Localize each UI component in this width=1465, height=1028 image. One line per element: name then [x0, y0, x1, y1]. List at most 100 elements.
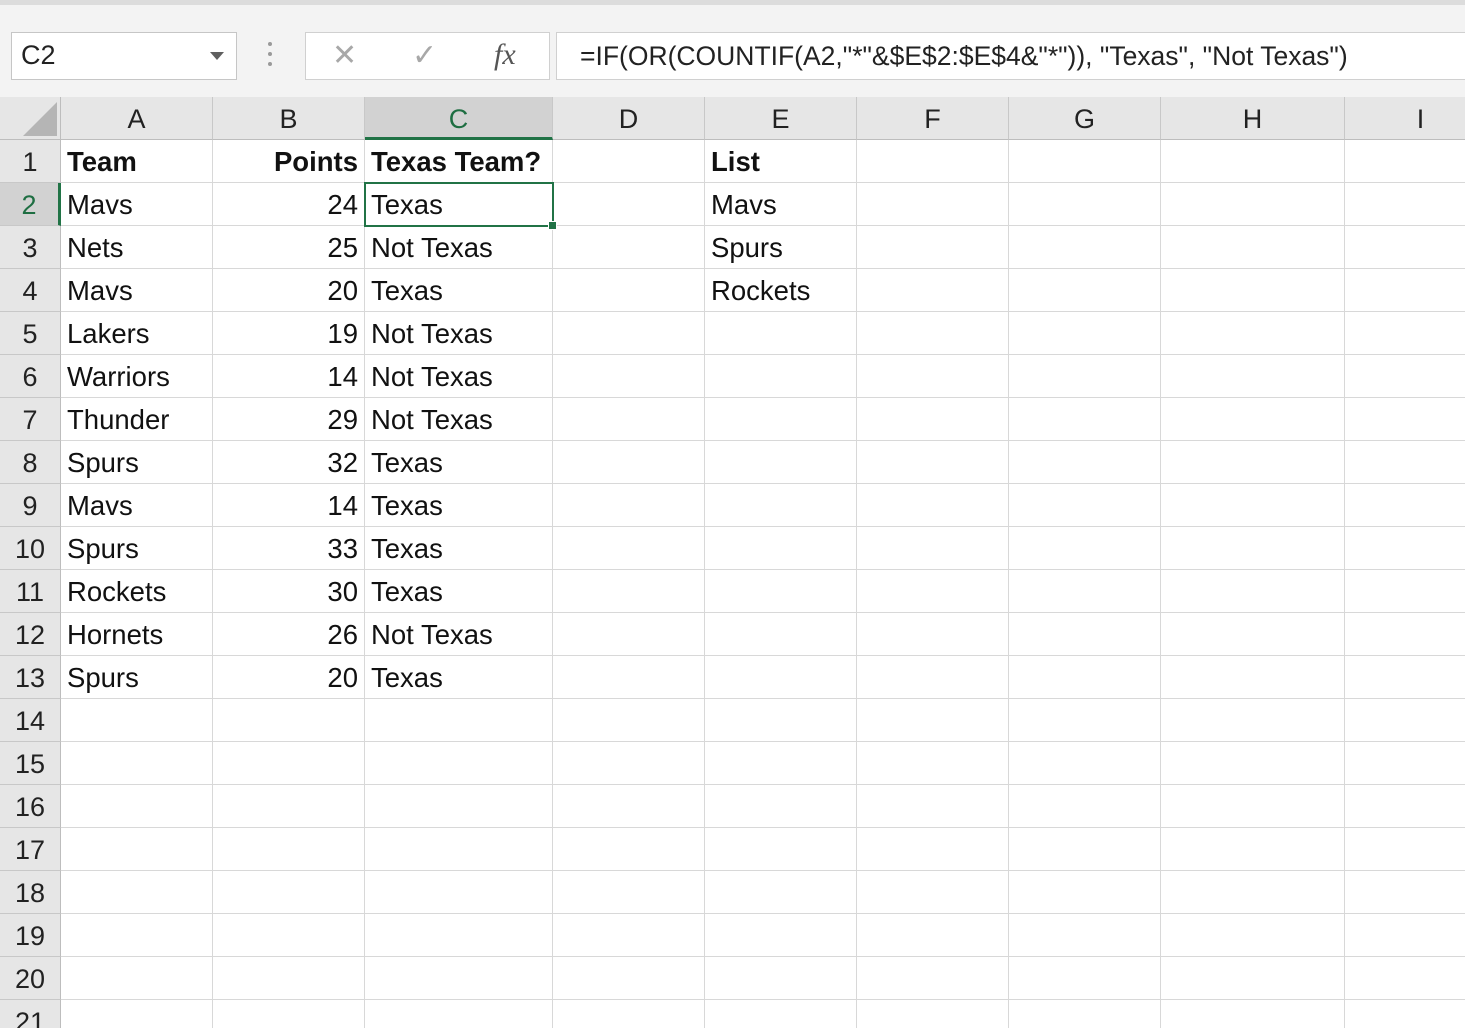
cell-c7[interactable]: Not Texas	[365, 398, 553, 441]
cell-f16[interactable]	[857, 785, 1009, 828]
cell-c9[interactable]: Texas	[365, 484, 553, 527]
cell-d14[interactable]	[553, 699, 705, 742]
cell-e19[interactable]	[705, 914, 857, 957]
cell-c2[interactable]: Texas	[365, 183, 553, 226]
cell-c14[interactable]	[365, 699, 553, 742]
cell-a17[interactable]	[61, 828, 213, 871]
cell-e8[interactable]	[705, 441, 857, 484]
cell-c13[interactable]: Texas	[365, 656, 553, 699]
cell-h15[interactable]	[1161, 742, 1345, 785]
cell-i15[interactable]	[1345, 742, 1465, 785]
cell-c21[interactable]	[365, 1000, 553, 1028]
cell-d6[interactable]	[553, 355, 705, 398]
cell-e18[interactable]	[705, 871, 857, 914]
cancel-icon[interactable]: ✕	[332, 39, 357, 73]
cell-e3[interactable]: Spurs	[705, 226, 857, 269]
cell-b8[interactable]: 32	[213, 441, 365, 484]
cell-f10[interactable]	[857, 527, 1009, 570]
cell-g15[interactable]	[1009, 742, 1161, 785]
cell-f18[interactable]	[857, 871, 1009, 914]
cell-d4[interactable]	[553, 269, 705, 312]
cell-h21[interactable]	[1161, 1000, 1345, 1028]
cell-a20[interactable]	[61, 957, 213, 1000]
cell-c16[interactable]	[365, 785, 553, 828]
row-header-7[interactable]: 7	[0, 398, 61, 441]
cell-h12[interactable]	[1161, 613, 1345, 656]
cell-d11[interactable]	[553, 570, 705, 613]
cell-f21[interactable]	[857, 1000, 1009, 1028]
cell-g6[interactable]	[1009, 355, 1161, 398]
row-header-4[interactable]: 4	[0, 269, 61, 312]
cell-a3[interactable]: Nets	[61, 226, 213, 269]
cell-c19[interactable]	[365, 914, 553, 957]
cell-i1[interactable]	[1345, 140, 1465, 183]
cell-a9[interactable]: Mavs	[61, 484, 213, 527]
cell-b9[interactable]: 14	[213, 484, 365, 527]
cell-d5[interactable]	[553, 312, 705, 355]
cell-f1[interactable]	[857, 140, 1009, 183]
cell-d16[interactable]	[553, 785, 705, 828]
cell-b3[interactable]: 25	[213, 226, 365, 269]
cell-h2[interactable]	[1161, 183, 1345, 226]
cell-i11[interactable]	[1345, 570, 1465, 613]
cell-b7[interactable]: 29	[213, 398, 365, 441]
cell-i13[interactable]	[1345, 656, 1465, 699]
cell-e12[interactable]	[705, 613, 857, 656]
cell-d8[interactable]	[553, 441, 705, 484]
cell-h19[interactable]	[1161, 914, 1345, 957]
cell-e5[interactable]	[705, 312, 857, 355]
cell-h11[interactable]	[1161, 570, 1345, 613]
cell-e9[interactable]	[705, 484, 857, 527]
row-header-10[interactable]: 10	[0, 527, 61, 570]
cell-h14[interactable]	[1161, 699, 1345, 742]
cell-g16[interactable]	[1009, 785, 1161, 828]
row-header-17[interactable]: 17	[0, 828, 61, 871]
cell-b12[interactable]: 26	[213, 613, 365, 656]
cell-d3[interactable]	[553, 226, 705, 269]
cell-e4[interactable]: Rockets	[705, 269, 857, 312]
cell-a6[interactable]: Warriors	[61, 355, 213, 398]
cell-f19[interactable]	[857, 914, 1009, 957]
row-header-14[interactable]: 14	[0, 699, 61, 742]
cell-d20[interactable]	[553, 957, 705, 1000]
cell-e1[interactable]: List	[705, 140, 857, 183]
check-icon[interactable]: ✓	[412, 39, 437, 73]
cell-i12[interactable]	[1345, 613, 1465, 656]
cell-b20[interactable]	[213, 957, 365, 1000]
cell-g2[interactable]	[1009, 183, 1161, 226]
row-header-15[interactable]: 15	[0, 742, 61, 785]
row-header-20[interactable]: 20	[0, 957, 61, 1000]
cell-f4[interactable]	[857, 269, 1009, 312]
cell-i20[interactable]	[1345, 957, 1465, 1000]
cell-b17[interactable]	[213, 828, 365, 871]
cell-b18[interactable]	[213, 871, 365, 914]
cell-f6[interactable]	[857, 355, 1009, 398]
cell-g11[interactable]	[1009, 570, 1161, 613]
insert-function-icon[interactable]: fx	[494, 37, 516, 73]
cell-i9[interactable]	[1345, 484, 1465, 527]
column-header-g[interactable]: G	[1009, 97, 1161, 140]
cell-h10[interactable]	[1161, 527, 1345, 570]
cell-i18[interactable]	[1345, 871, 1465, 914]
cell-b5[interactable]: 19	[213, 312, 365, 355]
cell-g9[interactable]	[1009, 484, 1161, 527]
cell-i4[interactable]	[1345, 269, 1465, 312]
cell-b10[interactable]: 33	[213, 527, 365, 570]
cell-h5[interactable]	[1161, 312, 1345, 355]
row-header-9[interactable]: 9	[0, 484, 61, 527]
cell-d1[interactable]	[553, 140, 705, 183]
cell-f17[interactable]	[857, 828, 1009, 871]
column-header-b[interactable]: B	[213, 97, 365, 140]
cell-g14[interactable]	[1009, 699, 1161, 742]
cell-i21[interactable]	[1345, 1000, 1465, 1028]
cell-a5[interactable]: Lakers	[61, 312, 213, 355]
cell-a2[interactable]: Mavs	[61, 183, 213, 226]
cell-e15[interactable]	[705, 742, 857, 785]
cell-f9[interactable]	[857, 484, 1009, 527]
cell-i5[interactable]	[1345, 312, 1465, 355]
cell-e21[interactable]	[705, 1000, 857, 1028]
cell-d10[interactable]	[553, 527, 705, 570]
cell-d19[interactable]	[553, 914, 705, 957]
cell-i7[interactable]	[1345, 398, 1465, 441]
cell-g18[interactable]	[1009, 871, 1161, 914]
